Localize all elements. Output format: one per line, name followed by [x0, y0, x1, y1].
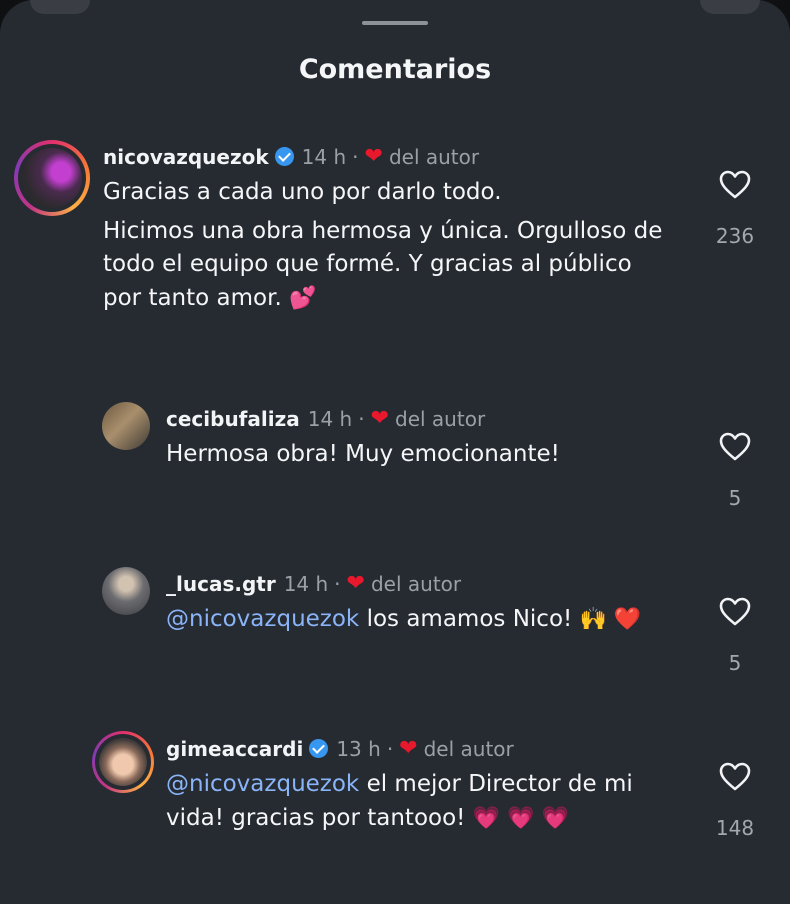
- mention-link[interactable]: @nicovazquezok: [166, 606, 359, 632]
- avatar[interactable]: [102, 402, 150, 450]
- author-liked-heart-icon: ❤: [399, 736, 418, 761]
- emoji: 💗 💗 💗: [472, 805, 569, 831]
- comment-text: @nicovazquezok los amamos Nico! 🙌 ❤️: [166, 603, 641, 637]
- verified-badge-icon: [274, 147, 294, 166]
- separator-dot: ·: [352, 144, 359, 169]
- comment-text: Hermosa obra! Muy emocionante!: [166, 441, 560, 467]
- comment-line: Gracias a cada uno por darlo todo.: [103, 179, 502, 205]
- comment-line: por tanto amor.: [103, 284, 282, 311]
- comments-sheet: Comentarios nicovazquezok 14 h · ❤ del a…: [0, 0, 790, 904]
- username[interactable]: nicovazquezok: [103, 145, 269, 169]
- avatar[interactable]: [92, 731, 154, 793]
- sheet-title: Comentarios: [298, 54, 492, 85]
- verified-badge-icon: [309, 739, 329, 758]
- username[interactable]: _lucas.gtr: [166, 572, 276, 596]
- heart-outline-icon[interactable]: [719, 170, 751, 200]
- like-button[interactable]: 5: [710, 432, 760, 510]
- comment-text-content: los amamos Nico!: [366, 606, 573, 632]
- like-count: 5: [728, 651, 742, 675]
- emoji: 💕: [289, 285, 317, 311]
- author-liked-heart-icon: ❤: [346, 571, 365, 596]
- author-liked-label: del autor: [370, 571, 462, 596]
- separator-dot: ·: [358, 406, 365, 431]
- author-liked-label: del autor: [395, 406, 486, 431]
- separator-dot: ·: [334, 571, 341, 596]
- like-button[interactable]: 236: [710, 170, 760, 248]
- avatar[interactable]: [14, 140, 90, 216]
- username[interactable]: gimeaccardi: [166, 737, 303, 761]
- emoji: 🙌 ❤️: [579, 607, 642, 632]
- author-liked-heart-icon: ❤: [370, 406, 390, 431]
- drag-handle[interactable]: [362, 21, 428, 25]
- like-count: 236: [715, 224, 755, 248]
- comment-text-content: el mejor Director de mi: [366, 771, 633, 797]
- username[interactable]: cecibufaliza: [166, 407, 300, 431]
- heart-outline-icon[interactable]: [719, 597, 751, 627]
- author-liked-label: del autor: [388, 144, 480, 169]
- comment-line: todo el equipo que formé. Y gracias al p…: [103, 251, 632, 277]
- timestamp: 14 h: [301, 144, 347, 169]
- comment-text-content: vida! gracias por tantooo!: [166, 804, 466, 831]
- comment-line: Hicimos una obra hermosa y única. Orgull…: [103, 217, 663, 244]
- author-liked-label: del autor: [423, 736, 514, 761]
- timestamp: 14 h: [307, 406, 353, 431]
- like-count: 5: [728, 486, 742, 510]
- background-corner: [700, 0, 760, 14]
- comment-text: Gracias a cada uno por darlo todo. Hicim…: [103, 176, 703, 315]
- separator-dot: ·: [386, 736, 394, 761]
- avatar[interactable]: [102, 567, 150, 615]
- timestamp: 13 h: [336, 736, 381, 761]
- like-count: 148: [715, 816, 755, 840]
- like-button[interactable]: 148: [710, 762, 760, 840]
- heart-outline-icon[interactable]: [719, 762, 751, 792]
- timestamp: 14 h: [283, 571, 329, 596]
- comment-text: @nicovazquezok el mejor Director de mi v…: [166, 768, 686, 835]
- like-button[interactable]: 5: [710, 597, 760, 675]
- author-liked-heart-icon: ❤: [364, 144, 383, 169]
- mention-link[interactable]: @nicovazquezok: [166, 771, 359, 797]
- heart-outline-icon[interactable]: [719, 432, 751, 462]
- background-corner: [30, 0, 90, 14]
